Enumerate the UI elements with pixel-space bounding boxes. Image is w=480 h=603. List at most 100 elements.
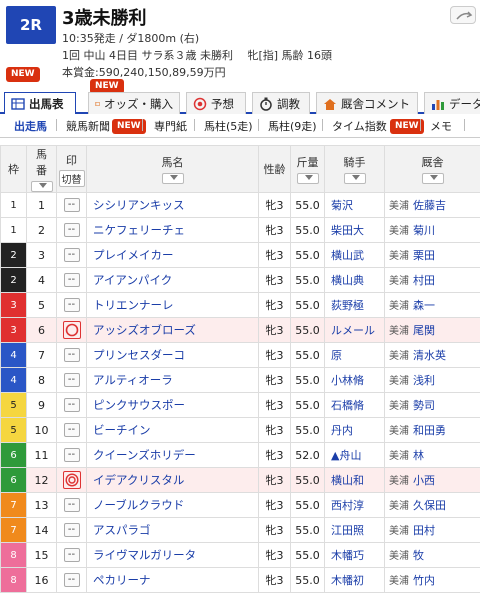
horse-name-link[interactable]: クイーンズホリデー [86,442,259,468]
trainer-link[interactable]: 勢司 [413,399,435,412]
mark-select[interactable]: -- [63,298,80,312]
jockey-link[interactable]: 荻野極 [324,292,385,318]
jockey-link[interactable]: 横山武 [324,242,385,268]
horse-name-link[interactable]: アルティオーラ [86,367,259,393]
mark-select[interactable]: -- [63,523,80,537]
table-row[interactable]: 5 10 -- ビーチイン 牝3 55.0 丹内 美浦 和田勇 [0,417,480,443]
trainer-link[interactable]: 佐藤吉 [413,199,446,212]
horse-name-link[interactable]: アスパラゴ [86,517,259,543]
jockey-link[interactable]: 小林脩 [324,367,385,393]
table-row[interactable]: 2 3 -- プレイメイカー 牝3 55.0 横山武 美浦 栗田 [0,242,480,268]
table-row[interactable]: 7 14 -- アスパラゴ 牝3 55.0 江田照 美浦 田村 [0,517,480,543]
trainer-link[interactable]: 村田 [413,274,435,287]
sort-dropdown-icon[interactable] [161,173,184,184]
sort-dropdown-icon[interactable] [421,173,444,184]
subtab-newspaper[interactable]: 競馬新聞 [66,118,110,134]
horse-name-link[interactable]: ペカリーナ [86,567,259,593]
col-header-weight[interactable]: 斤量 [290,145,325,193]
mark-select[interactable]: -- [63,573,80,587]
jockey-link[interactable]: 丹内 [324,417,385,443]
col-header-jockey[interactable]: 騎手 [324,145,385,193]
mark-select[interactable]: -- [63,248,80,262]
mark-double-circle-icon[interactable] [62,471,81,489]
col-header-stable[interactable]: 厩舎 [384,145,480,193]
trainer-link[interactable]: 尾関 [413,324,435,337]
jockey-link[interactable]: 原 [324,342,385,368]
tab-data[interactable]: データ [424,92,480,114]
table-row[interactable]: 4 7 -- プリンセスダーコ 牝3 55.0 原美浦 清水英 [0,342,480,368]
mark-select[interactable]: -- [63,498,80,512]
trainer-link[interactable]: 竹内 [413,574,435,587]
jockey-link[interactable]: 柴田大 [324,217,385,243]
tab-training[interactable]: 調教 [252,92,310,114]
subtab-time-index[interactable]: タイム指数 [332,118,387,134]
sort-dropdown-icon[interactable] [296,173,319,184]
share-button[interactable] [450,6,476,24]
trainer-link[interactable]: 久保田 [413,499,446,512]
trainer-link[interactable]: 和田勇 [413,424,446,437]
horse-name-link[interactable]: シシリアンキッス [86,192,259,218]
trainer-link[interactable]: 清水英 [413,349,446,362]
sort-dropdown-icon[interactable] [343,173,366,184]
mark-select[interactable]: -- [63,348,80,362]
jockey-link[interactable]: 菊沢 [324,192,385,218]
jockey-link[interactable]: 木幡巧 [324,542,385,568]
trainer-link[interactable]: 田村 [413,524,435,537]
mark-select[interactable]: -- [63,423,80,437]
horse-name-link[interactable]: トリエンナーレ [86,292,259,318]
mark-select[interactable]: -- [63,548,80,562]
horse-name-link[interactable]: プレイメイカー [86,242,259,268]
horse-name-link[interactable]: ピンクサウスポー [86,392,259,418]
jockey-link[interactable]: 木幡初 [324,567,385,593]
table-row[interactable]: 6 12 イデアクリスタル 牝3 55.0 横山和 美浦 小西 [0,467,480,493]
mark-select[interactable]: -- [63,223,80,237]
trainer-link[interactable]: 牧 [413,549,424,562]
table-row[interactable]: 1 1 -- シシリアンキッス 牝3 55.0 菊沢 美浦 佐藤吉 [0,192,480,218]
subtab-entries[interactable]: 出走馬 [14,118,47,134]
trainer-link[interactable]: 林 [413,449,424,462]
tab-stable-comment[interactable]: 厩舎コメント [316,92,418,114]
table-row[interactable]: 8 15 -- ライヴマルガリータ 牝3 55.0 木幡巧 美浦牧 [0,542,480,568]
table-row[interactable]: 6 11 -- クイーンズホリデー 牝3 52.0 ▲舟山 美浦林 [0,442,480,468]
tab-prediction[interactable]: 予想 [186,92,246,114]
mark-select[interactable]: -- [63,448,80,462]
jockey-link[interactable]: ルメール [324,317,385,343]
jockey-link[interactable]: 西村淳 [324,492,385,518]
table-row[interactable]: 4 8 -- アルティオーラ 牝3 55.0 小林脩 美浦 浅利 [0,367,480,393]
jockey-link[interactable]: ▲舟山 [324,442,385,468]
trainer-link[interactable]: 森一 [413,299,435,312]
subtab-past9[interactable]: 馬柱(9走) [268,118,317,134]
jockey-link[interactable]: 横山典 [324,267,385,293]
subtab-specialty-paper[interactable]: 専門紙 [154,118,187,134]
horse-name-link[interactable]: ライヴマルガリータ [86,542,259,568]
table-row[interactable]: 1 2 -- ニケフェリーチェ 牝3 55.0 柴田大 美浦 菊川 [0,217,480,243]
horse-name-link[interactable]: イデアクリスタル [86,467,259,493]
table-row[interactable]: 8 16 -- ペカリーナ 牝3 55.0 木幡初 美浦 竹内 [0,567,480,593]
table-row[interactable]: 3 5 -- トリエンナーレ 牝3 55.0 荻野極 美浦 森一 [0,292,480,318]
table-row[interactable]: 2 4 -- アイアンパイク 牝3 55.0 横山典 美浦 村田 [0,267,480,293]
tab-odds[interactable]: オッズ・購入 [88,92,180,114]
mark-select[interactable]: -- [63,273,80,287]
subtab-past5[interactable]: 馬柱(5走) [204,118,253,134]
horse-name-link[interactable]: アッシズオブローズ [86,317,259,343]
mark-select[interactable]: -- [63,198,80,212]
jockey-link[interactable]: 石橋脩 [324,392,385,418]
trainer-link[interactable]: 菊川 [413,224,435,237]
table-row[interactable]: 5 9 -- ピンクサウスポー 牝3 55.0 石橋脩 美浦 勢司 [0,392,480,418]
subtab-memo[interactable]: メモ [430,118,452,134]
horse-name-link[interactable]: プリンセスダーコ [86,342,259,368]
sort-dropdown-icon[interactable] [30,181,53,192]
tab-racecard[interactable]: 出馬表 [4,92,76,114]
mark-circle-icon[interactable] [62,321,81,339]
trainer-link[interactable]: 栗田 [413,249,435,262]
trainer-link[interactable]: 小西 [413,474,435,487]
horse-name-link[interactable]: ノーブルクラウド [86,492,259,518]
jockey-link[interactable]: 横山和 [324,467,385,493]
table-row[interactable]: 3 6 アッシズオブローズ 牝3 55.0 ルメール 美浦 尾関 [0,317,480,343]
mark-select[interactable]: -- [63,373,80,387]
horse-name-link[interactable]: アイアンパイク [86,267,259,293]
col-header-name[interactable]: 馬名 [86,145,259,193]
table-row[interactable]: 7 13 -- ノーブルクラウド 牝3 55.0 西村淳 美浦 久保田 [0,492,480,518]
mark-select[interactable]: -- [63,398,80,412]
trainer-link[interactable]: 浅利 [413,374,435,387]
